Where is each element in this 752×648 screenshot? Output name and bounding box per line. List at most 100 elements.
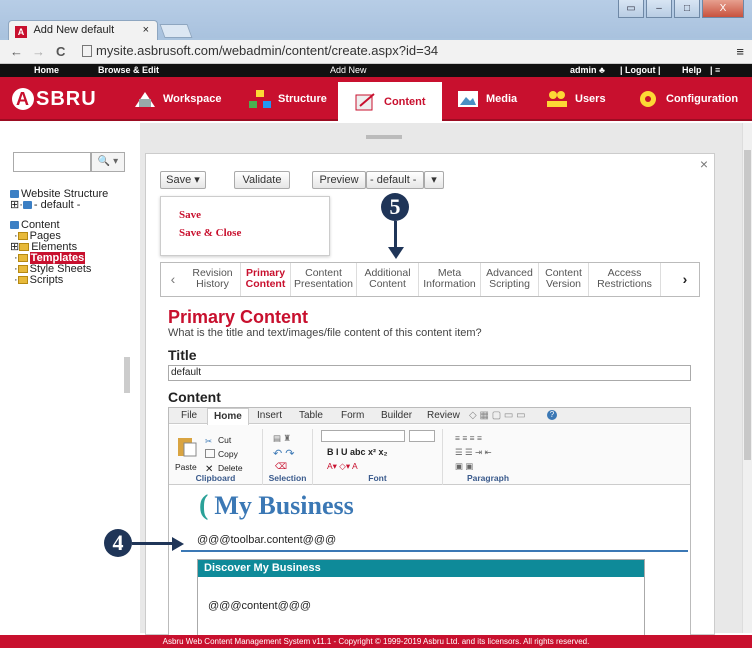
nav-workspace[interactable]: Workspace (133, 87, 222, 111)
folder-icon (17, 265, 28, 273)
url-field[interactable]: mysite.asbrusoft.com/webadmin/content/cr… (78, 43, 728, 61)
nav-configuration[interactable]: Configuration (636, 87, 738, 111)
tab-revision-history[interactable]: Revision History (185, 263, 241, 296)
ribbon-group-paragraph: ≡ ≡ ≡ ≡ ☰ ☰ ⇥ ⇤ ▣ ▣ Paragraph (443, 429, 533, 485)
editor-tab-builder[interactable]: Builder (381, 410, 412, 421)
topbar-home-link[interactable]: Home (34, 65, 59, 75)
title-input[interactable]: default (168, 365, 691, 381)
help-icon[interactable]: ? (547, 410, 557, 420)
preview-select-arrow-icon[interactable]: ▾ (424, 171, 444, 189)
preview-button[interactable]: Preview (312, 171, 366, 189)
reload-icon[interactable]: C (56, 44, 65, 59)
tree-item-default[interactable]: ⊞· - default - (10, 200, 108, 211)
nav-users-label: Users (575, 93, 606, 105)
topbar-logout-link[interactable]: | Logout | (620, 65, 661, 75)
save-menu-item-save[interactable]: Save (179, 209, 201, 221)
editor-tab-file[interactable]: File (181, 410, 197, 421)
copy-button[interactable]: Copy (205, 449, 238, 459)
dialog-drag-handle[interactable] (366, 135, 402, 139)
media-icon (458, 91, 478, 107)
nav-users[interactable]: Users (545, 87, 606, 111)
tabs-prev-icon[interactable]: ‹ (163, 263, 183, 296)
editor-tab-home[interactable]: Home (207, 408, 249, 425)
dialog-close-icon[interactable]: × (700, 156, 708, 172)
topbar-browse-edit-link[interactable]: Browse & Edit (98, 65, 159, 75)
forward-icon[interactable]: → (32, 44, 45, 59)
tree-item-scripts[interactable]: · Scripts (10, 275, 108, 286)
minimize-button[interactable]: – (646, 0, 672, 18)
tab-access-restrictions[interactable]: Access Restrictions (589, 263, 661, 296)
users-icon (547, 91, 567, 107)
cut-button[interactable]: ✂ Cut (205, 435, 231, 446)
editor-document[interactable]: (My Business @@@toolbar.content@@@ Disco… (169, 486, 690, 639)
tree-search-input[interactable] (13, 152, 91, 172)
workspace-icon (135, 92, 155, 107)
nav-media[interactable]: Media (456, 87, 517, 111)
font-color-icon[interactable]: A▾ ◇▾ A (327, 461, 358, 472)
editor-tab-insert[interactable]: Insert (257, 410, 282, 421)
back-icon[interactable]: ← (10, 44, 23, 59)
monitor-icon (10, 221, 19, 229)
ribbon-group-font: B I U abc x² x₂ A▾ ◇▾ A Font (313, 429, 443, 485)
align-icons[interactable]: ≡ ≡ ≡ ≡ (455, 433, 482, 443)
tab-close-icon[interactable]: × (143, 24, 149, 36)
topbar-help-link[interactable]: Help (682, 65, 702, 75)
tab-label: Presentation (294, 278, 353, 290)
delete-button[interactable]: ✕ Delete (205, 463, 243, 475)
editor-tab-table[interactable]: Table (299, 410, 323, 421)
structure-icon (249, 90, 271, 108)
app-topbar: Home Browse & Edit Add New admin ♣ | Log… (0, 64, 752, 77)
eraser-icon[interactable]: ⌫ (275, 461, 287, 472)
topbar-user[interactable]: admin ♣ (570, 65, 605, 75)
maximize-button[interactable]: □ (674, 0, 700, 18)
nav-structure[interactable]: Structure (248, 87, 327, 111)
tab-advanced-scripting[interactable]: Advanced Scripting (481, 263, 539, 296)
browser-tabbar: A Add New default × ▭ – □ X (0, 0, 752, 40)
nav-configuration-label: Configuration (666, 93, 739, 105)
window-user-icon[interactable]: ▭ (618, 0, 644, 18)
paragraph-extra-icons[interactable]: ▣ ▣ (455, 461, 473, 472)
find-icon[interactable]: ▤ ♜ (273, 433, 291, 444)
tree-label: Scripts (29, 274, 64, 286)
tree-search-button[interactable]: 🔍 ▾ (91, 152, 125, 172)
panel-splitter[interactable] (124, 357, 130, 393)
tab-additional-content[interactable]: Additional Content (357, 263, 419, 296)
window-close-button[interactable]: X (702, 0, 744, 18)
tabs-next-icon[interactable]: › (675, 263, 695, 296)
tab-label: History (196, 278, 229, 290)
new-tab-button[interactable] (159, 24, 193, 38)
editor-tab-form[interactable]: Form (341, 410, 364, 421)
tab-content-version[interactable]: Content Version (539, 263, 589, 296)
topbar-menu-icon[interactable]: | ≡ (710, 65, 720, 75)
font-size-select[interactable] (409, 430, 435, 442)
validate-button[interactable]: Validate (234, 171, 290, 189)
topbar-add-new-label: Add New (330, 65, 367, 75)
save-button[interactable]: Save ▾ (160, 171, 206, 189)
nav-structure-label: Structure (278, 93, 327, 105)
tab-primary-content[interactable]: Primary Content (241, 263, 291, 296)
asbru-logo[interactable]: A SBRU (12, 88, 97, 111)
save-menu-item-save-close[interactable]: Save & Close (179, 227, 241, 239)
editor-tab-review[interactable]: Review (427, 410, 460, 421)
monitor-icon (10, 190, 19, 198)
font-style-buttons[interactable]: B I U abc x² x₂ (327, 447, 388, 457)
delete-icon: ✕ (205, 464, 214, 475)
brand-text: My Business (214, 491, 354, 520)
undo-redo-icon[interactable]: ↶ ↷ (273, 447, 295, 460)
tab-meta-information[interactable]: Meta Information (419, 263, 481, 296)
nav-content[interactable]: Content (338, 82, 442, 121)
tab-label: Scripting (489, 278, 530, 290)
list-icons[interactable]: ☰ ☰ ⇥ ⇤ (455, 447, 492, 458)
primary-content-heading: Primary Content (168, 307, 309, 327)
paste-button[interactable]: Paste (175, 462, 197, 472)
page-scrollbar-thumb[interactable] (744, 150, 751, 460)
preview-template-select[interactable]: - default - (366, 171, 424, 189)
browser-menu-icon[interactable]: ≡ (736, 44, 744, 59)
toolbar-placeholder: @@@toolbar.content@@@ (197, 534, 337, 546)
font-family-select[interactable] (321, 430, 405, 442)
browser-tab[interactable]: A Add New default × (8, 20, 158, 40)
tab-content-presentation[interactable]: Content Presentation (291, 263, 357, 296)
paste-icon (178, 438, 197, 457)
content-label: Content (168, 389, 221, 405)
editor-quick-tools-icon[interactable]: ◇ ▦ ▢ ▭ ▭ (469, 410, 526, 421)
